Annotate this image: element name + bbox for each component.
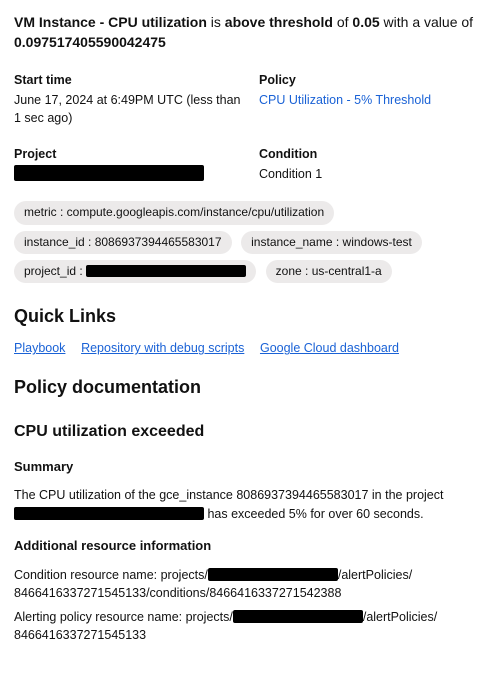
start-time-label: Start time xyxy=(14,71,241,89)
project-id-redacted xyxy=(86,265,246,277)
headline-threshold: 0.05 xyxy=(352,14,379,30)
dashboard-link[interactable]: Google Cloud dashboard xyxy=(260,341,399,355)
summary-label: Summary xyxy=(14,458,486,477)
condition-value: Condition 1 xyxy=(259,165,486,183)
project-redacted xyxy=(14,165,204,181)
label-chips: metric : compute.googleapis.com/instance… xyxy=(14,197,486,285)
quick-links-heading: Quick Links xyxy=(14,303,486,329)
alert-headline: VM Instance - CPU utilization is above t… xyxy=(14,12,486,53)
summary-text: The CPU utilization of the gce_instance … xyxy=(14,486,486,522)
chip-metric: metric : compute.googleapis.com/instance… xyxy=(14,201,334,224)
alerting-policy-resource-name: Alerting policy resource name: projects/… xyxy=(14,608,486,644)
headline-value: 0.097517405590042475 xyxy=(14,34,166,50)
headline-subject: VM Instance - CPU utilization xyxy=(14,14,207,30)
summary-project-redacted xyxy=(14,507,204,520)
repo-link[interactable]: Repository with debug scripts xyxy=(81,341,244,355)
policy-doc-heading: Policy documentation xyxy=(14,374,486,400)
start-time-field: Start time June 17, 2024 at 6:49PM UTC (… xyxy=(14,71,241,127)
quick-links: Playbook Repository with debug scripts G… xyxy=(14,339,486,358)
alert-project-redacted xyxy=(233,610,363,623)
headline-state: above threshold xyxy=(225,14,333,30)
project-field: Project xyxy=(14,145,241,183)
cond-project-redacted xyxy=(208,568,338,581)
project-label: Project xyxy=(14,145,241,163)
chip-instance-name: instance_name : windows-test xyxy=(241,231,422,254)
condition-label: Condition xyxy=(259,145,486,163)
chip-project-id: project_id : xyxy=(14,260,256,283)
doc-subheading: CPU utilization exceeded xyxy=(14,420,486,443)
policy-link[interactable]: CPU Utilization - 5% Threshold xyxy=(259,93,431,107)
chip-instance-id: instance_id : 8086937394465583017 xyxy=(14,231,232,254)
playbook-link[interactable]: Playbook xyxy=(14,341,65,355)
condition-field: Condition Condition 1 xyxy=(259,145,486,183)
start-time-value: June 17, 2024 at 6:49PM UTC (less than 1… xyxy=(14,91,241,127)
policy-field: Policy CPU Utilization - 5% Threshold xyxy=(259,71,486,127)
chip-zone: zone : us-central1-a xyxy=(266,260,392,283)
condition-resource-name: Condition resource name: projects/ /aler… xyxy=(14,566,486,602)
details-grid: Start time June 17, 2024 at 6:49PM UTC (… xyxy=(14,71,486,184)
addl-info-label: Additional resource information xyxy=(14,537,486,556)
policy-label: Policy xyxy=(259,71,486,89)
